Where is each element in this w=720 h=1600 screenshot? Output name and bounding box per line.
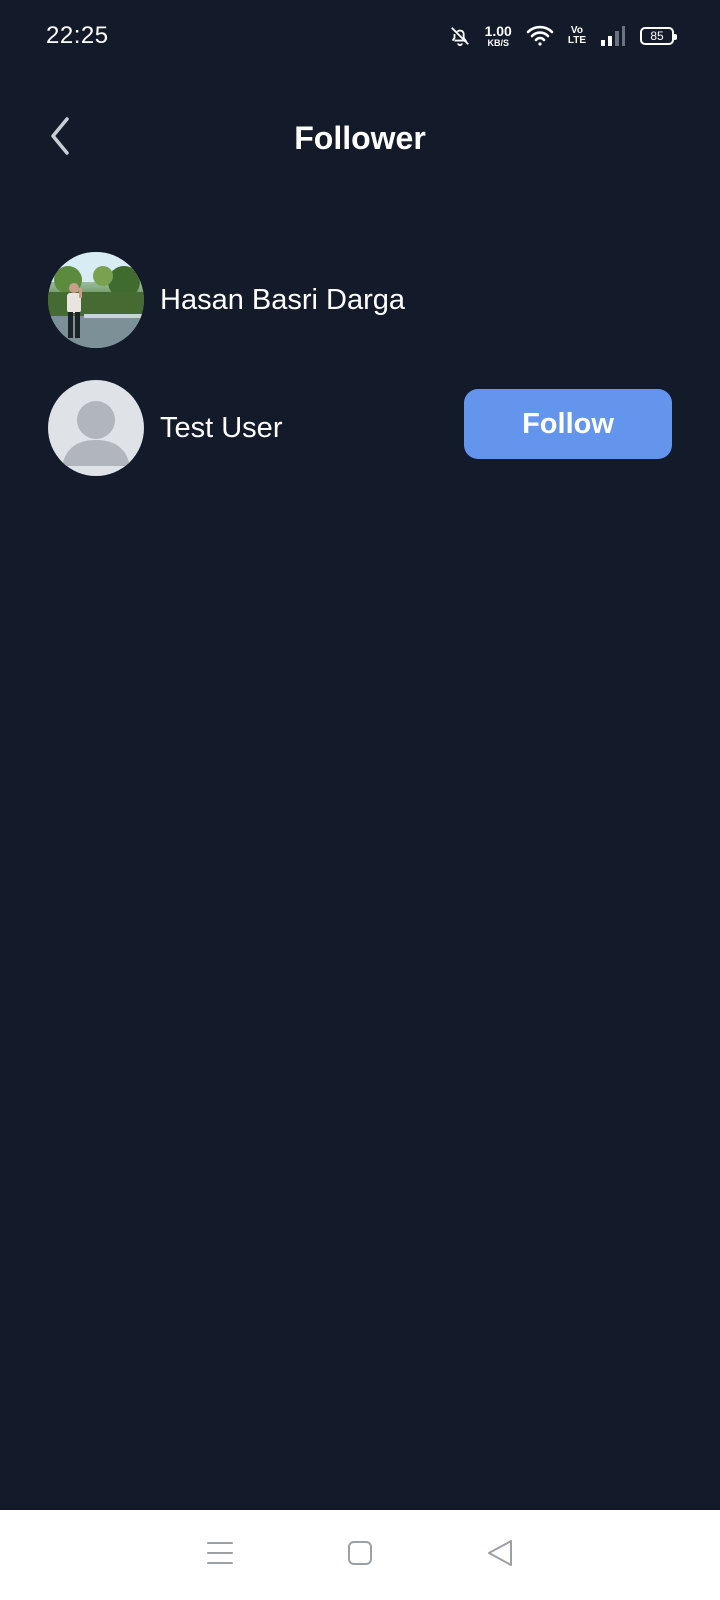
avatar[interactable] <box>48 252 144 348</box>
chevron-left-icon <box>48 116 72 161</box>
home-square-icon <box>347 1540 373 1571</box>
back-triangle-icon <box>486 1538 514 1573</box>
header: Follower <box>0 100 720 176</box>
follower-list: Hasan Basri Darga Test User Follow <box>0 236 720 492</box>
person-photo-icon <box>48 252 144 348</box>
volte-indicator: Vo LTE <box>568 26 586 46</box>
list-item[interactable]: Hasan Basri Darga <box>0 236 720 364</box>
list-item[interactable]: Test User Follow <box>0 364 720 492</box>
bell-off-icon <box>449 25 471 47</box>
default-user-icon <box>62 401 130 466</box>
user-name[interactable]: Hasan Basri Darga <box>160 284 405 317</box>
wifi-icon <box>526 25 554 47</box>
net-speed: 1.00 KB/S <box>485 24 512 48</box>
net-speed-value: 1.00 <box>484 23 512 39</box>
status-time: 22:25 <box>46 22 109 49</box>
battery-icon: 85 <box>640 27 677 45</box>
status-bar: 22:25 1.00 KB/S Vo LTE 85 <box>0 0 720 72</box>
follow-button[interactable]: Follow <box>464 389 672 459</box>
user-name[interactable]: Test User <box>160 412 282 445</box>
nav-home-button[interactable] <box>330 1525 390 1585</box>
avatar[interactable] <box>48 380 144 476</box>
signal-icon <box>600 25 626 47</box>
nav-back-button[interactable] <box>470 1525 530 1585</box>
status-icons: 1.00 KB/S Vo LTE 85 <box>449 24 677 48</box>
nav-bar <box>0 1510 720 1600</box>
back-button[interactable] <box>36 110 84 166</box>
menu-icon <box>206 1540 234 1571</box>
nav-menu-button[interactable] <box>190 1525 250 1585</box>
page-title: Follower <box>294 119 426 156</box>
volte-bottom: LTE <box>567 35 586 46</box>
net-speed-unit: KB/S <box>487 38 509 48</box>
